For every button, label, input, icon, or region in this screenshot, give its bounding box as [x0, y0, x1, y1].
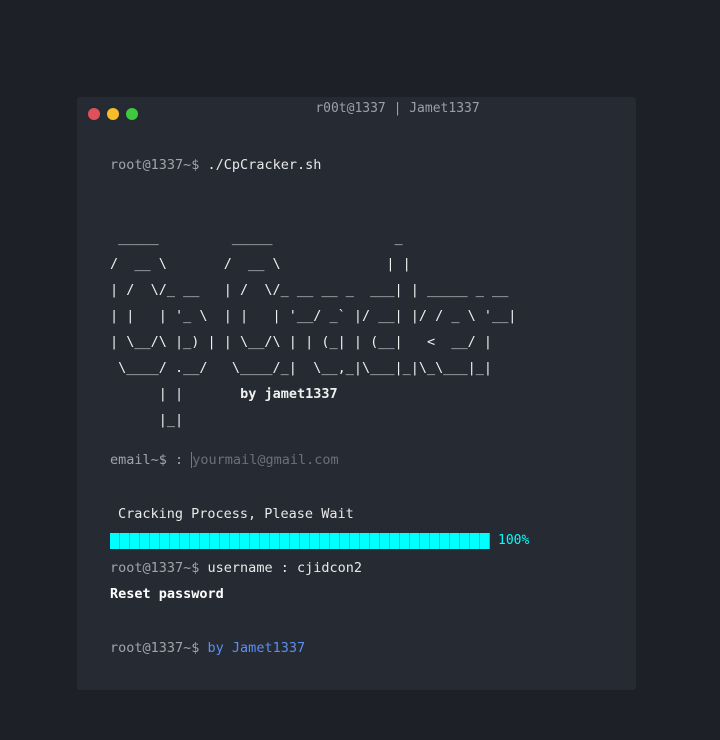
reset-password-text: Reset password	[110, 586, 224, 602]
banner-art-last: |_|	[110, 412, 184, 428]
email-prompt: email~$ :	[110, 452, 184, 468]
command-text: ./CpCracker.sh	[207, 157, 322, 173]
progress-bar	[110, 533, 490, 549]
username-text: username : cjidcon2	[207, 560, 362, 576]
banner-ascii-art: _____ _____ _ / __ \ / __ \ | | | / \/_ …	[110, 225, 516, 433]
footer-link[interactable]: by Jamet1337	[208, 640, 306, 656]
window-title: r00t@1337 | Jamet1337	[315, 101, 480, 116]
prompt: root@1337~$	[110, 640, 200, 656]
username-line: root@1337~$ username : cjidcon2	[110, 560, 362, 576]
email-input[interactable]	[191, 452, 393, 468]
terminal-window: r00t@1337 | Jamet1337 root@1337~$ ./CpCr…	[77, 97, 636, 690]
email-line: email~$ :	[110, 452, 393, 468]
banner-art-lines: _____ _____ _ / __ \ / __ \ | | | / \/_ …	[110, 230, 517, 402]
progress-label: 100%	[498, 533, 530, 548]
prompt: root@1337~$	[110, 157, 200, 173]
banner-byline: by jamet1337	[240, 386, 338, 402]
footer-line: root@1337~$ by Jamet1337	[110, 640, 305, 656]
status-text: Cracking Process, Please Wait	[118, 506, 354, 522]
command-line: root@1337~$ ./CpCracker.sh	[110, 157, 321, 173]
prompt: root@1337~$	[110, 560, 200, 576]
